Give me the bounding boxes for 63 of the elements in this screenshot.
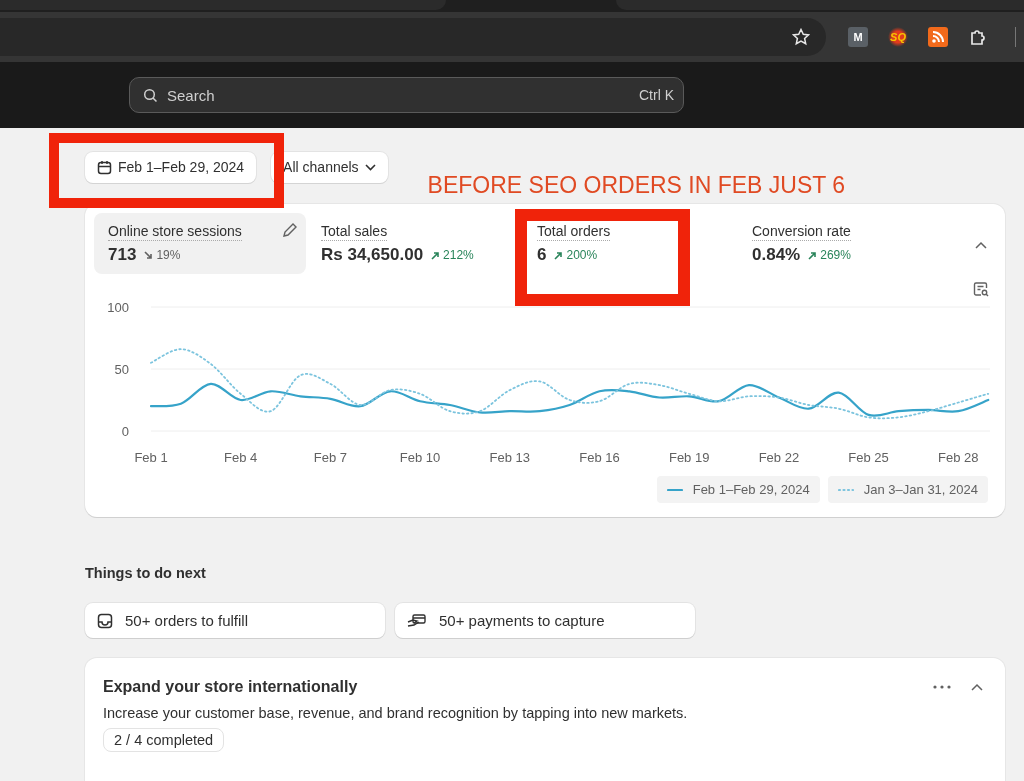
x-axis-label: Feb 25 <box>848 450 889 465</box>
section-heading: Things to do next <box>85 565 207 581</box>
y-axis-label: 50 <box>114 362 129 377</box>
x-axis-label: Feb 4 <box>224 450 258 465</box>
x-axis-label: Feb 7 <box>313 450 347 465</box>
metric-label: Total orders <box>537 223 611 241</box>
calendar-icon <box>97 159 112 175</box>
arrow-up-right-icon <box>431 250 441 260</box>
star-icon[interactable] <box>792 28 810 46</box>
card-title: Expand your store internationally <box>103 678 359 696</box>
metric-change: 19% <box>144 248 181 262</box>
x-axis-label: Feb 13 <box>489 450 531 465</box>
ellipsis-icon <box>933 685 951 689</box>
progress-badge: 2 / 4 completed <box>103 728 225 752</box>
hand-card-icon <box>407 612 427 629</box>
legend-label: Feb 1–Feb 29, 2024 <box>692 482 810 497</box>
chevron-up-icon <box>975 241 987 249</box>
annotation-text: BEFORE SEO ORDERS IN FEB JUST 6 <box>427 171 846 199</box>
metric-value: Rs 34,650.00 <box>321 245 424 265</box>
metric-change: 269% <box>808 248 851 262</box>
metric-label: Online store sessions <box>108 223 242 241</box>
x-axis-label: Feb 10 <box>399 450 441 465</box>
metric-label: Conversion rate <box>752 223 851 241</box>
metric-change: 200% <box>554 248 598 262</box>
keyboard-shortcut: Ctrl K <box>639 87 674 103</box>
legend-swatch-icon <box>666 487 683 492</box>
metric-tile[interactable]: Total orders 6 200% <box>523 213 738 274</box>
metric-label: Total sales <box>321 223 388 241</box>
metric-tile[interactable]: Conversion rate 0.84% 269% <box>738 213 953 274</box>
rss-feed-icon[interactable] <box>928 27 948 47</box>
y-axis-label: 100 <box>107 300 129 315</box>
inbox-icon <box>97 612 113 629</box>
chevron-up-icon <box>971 683 983 691</box>
metric-tile[interactable]: Total sales Rs 34,650.00 212% <box>307 213 523 274</box>
metric-value: 713 <box>108 245 137 265</box>
y-axis-label: 0 <box>121 424 129 439</box>
metric-value: 6 <box>537 245 547 265</box>
puzzle-piece-icon[interactable] <box>968 27 988 47</box>
legend-label: Jan 3–Jan 31, 2024 <box>863 482 978 497</box>
arrow-up-right-icon <box>554 250 564 260</box>
card-description: Increase your customer base, revenue, and brand recognition by tapping into new markets. <box>103 705 689 721</box>
chevron-down-icon <box>364 163 376 171</box>
legend-swatch-icon <box>837 487 854 492</box>
x-axis-label: Feb 22 <box>758 450 800 465</box>
x-axis-label: Feb 19 <box>668 450 710 465</box>
x-axis-label: Feb 1 <box>134 450 168 465</box>
metric-value: 0.84% <box>752 245 801 265</box>
legend-item[interactable]: Jan 3–Jan 31, 2024 <box>827 476 988 503</box>
task-button[interactable]: 50+ orders to fulfill <box>85 603 385 638</box>
metric-change: 212% <box>431 248 474 262</box>
search-icon <box>143 88 158 103</box>
channel-dropdown[interactable]: All channels <box>271 151 388 183</box>
legend-item[interactable]: Feb 1–Feb 29, 2024 <box>656 476 820 503</box>
task-button[interactable]: 50+ payments to capture <box>395 603 695 638</box>
extension-icon[interactable]: M <box>848 27 868 47</box>
date-range-button[interactable]: Feb 1–Feb 29, 2024 <box>85 151 257 183</box>
x-axis-label: Feb 16 <box>579 450 620 465</box>
x-axis-label: Feb 28 <box>938 450 979 465</box>
pencil-icon[interactable] <box>282 222 298 238</box>
arrow-down-right-icon <box>144 250 154 260</box>
report-search-icon <box>973 281 989 297</box>
arrow-up-right-icon <box>808 250 818 260</box>
metric-tile[interactable]: Online store sessions 713 19% <box>94 213 306 274</box>
